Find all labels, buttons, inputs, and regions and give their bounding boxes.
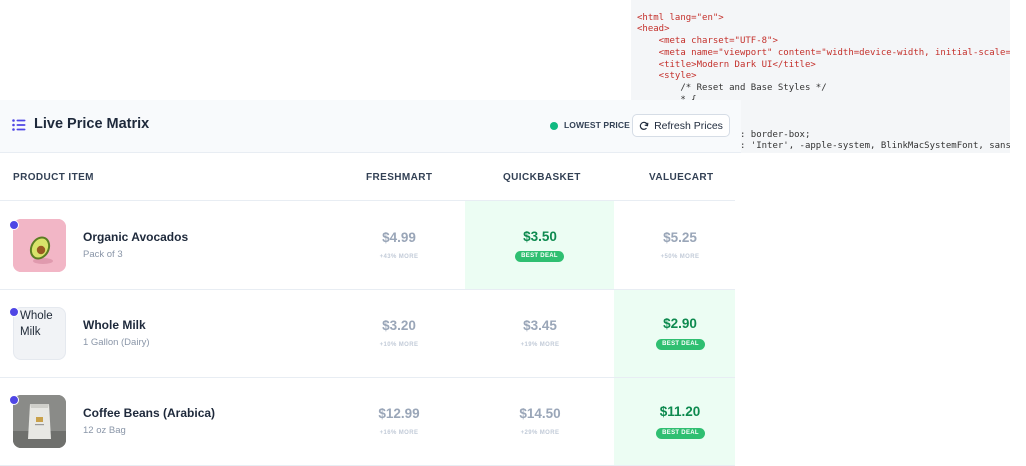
avocado-icon [13,219,66,272]
price-quickbasket: $14.50 [519,406,561,421]
best-deal-badge: BEST DEAL [515,251,564,262]
code-line: <title>Modern Dark UI</title> [637,59,816,70]
product-image-coffee [13,395,66,448]
best-deal-cell [614,290,735,377]
price-valuecart: $5.25 [663,230,697,245]
column-header-product: PRODUCT ITEM [13,172,94,183]
list-icon [12,119,26,131]
selected-check-icon [9,220,19,230]
row-divider [0,200,735,201]
selected-check-icon [9,307,19,317]
refresh-prices-button[interactable]: Refresh Prices [632,114,730,137]
price-valuecart: $2.90 [663,316,697,331]
legend-label: LOWEST PRICE [564,120,630,130]
best-deal-cell [614,378,735,465]
best-deal-badge: BEST DEAL [656,339,705,350]
column-header-quickbasket: QUICKBASKET [503,172,581,183]
price-quickbasket: $3.50 [523,229,557,244]
product-subtitle: 1 Gallon (Dairy) [83,337,150,348]
product-subtitle: 12 oz Bag [83,425,126,436]
coffee-bag-icon [13,395,66,448]
refresh-icon [639,121,649,130]
best-deal-badge: BEST DEAL [656,428,705,439]
price-freshmart: $12.99 [378,406,420,421]
selected-check-icon [9,395,19,405]
column-header-freshmart: FRESHMART [366,172,433,183]
price-diff-note: +43% MORE [379,254,419,260]
code-line: /* Reset and Base Styles */ [637,82,827,93]
page-title: Live Price Matrix [34,116,150,132]
price-diff-note: +50% MORE [660,254,700,260]
product-image-avocado [13,219,66,272]
price-freshmart: $4.99 [382,230,416,245]
price-diff-note: +16% MORE [379,430,419,436]
lowest-price-dot-icon [550,122,558,130]
column-header-valuecart: VALUECART [649,172,714,183]
product-name: Coffee Beans (Arabica) [83,406,216,420]
price-diff-note: +10% MORE [379,342,419,348]
code-line: <head> [637,24,670,35]
product-name: Organic Avocados [83,230,189,244]
code-line: <style> [637,71,697,82]
product-image-milk: Whole Milk [13,307,66,360]
price-quickbasket: $3.45 [523,318,557,333]
price-diff-note: +29% MORE [520,430,560,436]
code-line: <html lang="en"> [637,12,724,23]
code-line: <meta charset="UTF-8"> [637,36,778,47]
price-freshmart: $3.20 [382,318,416,333]
product-subtitle: Pack of 3 [83,249,123,260]
image-alt-text: Whole Milk [20,310,53,338]
product-name: Whole Milk [83,318,146,332]
price-diff-note: +19% MORE [520,342,560,348]
refresh-label: Refresh Prices [654,119,723,132]
price-valuecart: $11.20 [659,404,701,419]
best-deal-cell [465,201,614,289]
code-line: <meta name="viewport" content="width=dev… [637,47,1010,58]
